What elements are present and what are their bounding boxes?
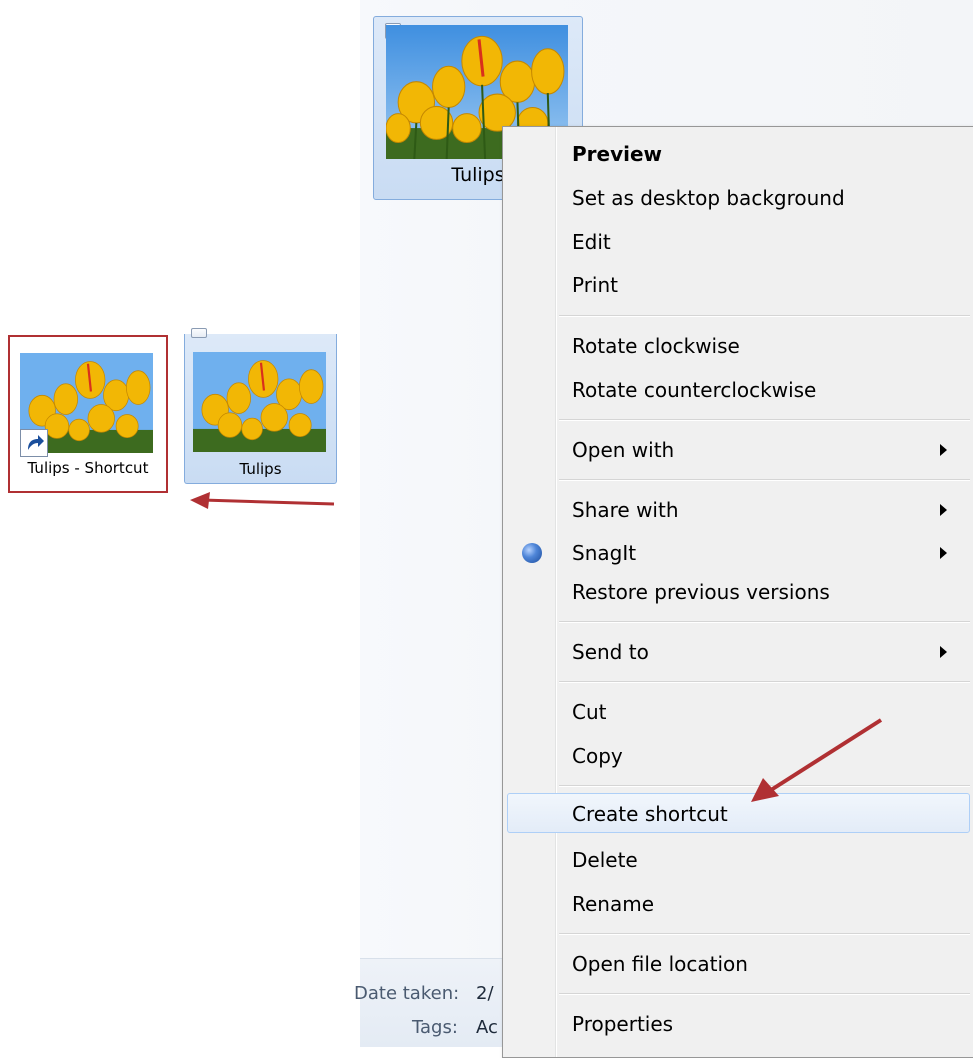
menu-item-preview[interactable]: Preview bbox=[507, 133, 970, 173]
menu-separator bbox=[559, 933, 970, 935]
menu-item-label: Delete bbox=[572, 848, 638, 872]
menu-item-label: Edit bbox=[572, 230, 611, 254]
tags-value: Ac bbox=[476, 1017, 498, 1038]
file-item-tulips-original[interactable]: Tulips bbox=[184, 328, 337, 484]
menu-item-rename[interactable]: Rename bbox=[507, 883, 970, 923]
menu-item-label: Open with bbox=[572, 438, 675, 462]
submenu-arrow-icon bbox=[940, 547, 947, 559]
menu-item-create-shortcut[interactable]: Create shortcut bbox=[507, 793, 970, 833]
menu-item-send-to[interactable]: Send to bbox=[507, 631, 970, 671]
menu-item-label: SnagIt bbox=[572, 541, 637, 565]
menu-separator bbox=[559, 621, 970, 623]
item-checkbox[interactable] bbox=[191, 328, 207, 338]
menu-item-label: Rename bbox=[572, 892, 655, 916]
original-label: Tulips bbox=[239, 460, 282, 478]
context-menu: Preview Set as desktop background Edit P… bbox=[502, 126, 973, 1058]
submenu-arrow-icon bbox=[940, 504, 947, 516]
menu-item-open-file-location[interactable]: Open file location bbox=[507, 943, 970, 983]
menu-separator bbox=[559, 419, 970, 421]
menu-item-label: Send to bbox=[572, 640, 649, 664]
menu-item-rotate-counterclockwise[interactable]: Rotate counterclockwise bbox=[507, 369, 970, 409]
tulips-original-thumbnail bbox=[193, 352, 326, 452]
menu-item-label: Properties bbox=[572, 1012, 674, 1036]
menu-item-label: Set as desktop background bbox=[572, 186, 845, 210]
date-taken-value: 2/ bbox=[476, 983, 494, 1004]
menu-separator bbox=[559, 315, 970, 317]
menu-item-label: Open file location bbox=[572, 952, 748, 976]
menu-separator bbox=[559, 681, 970, 683]
annotation-arrow-to-create-shortcut-icon bbox=[751, 718, 883, 802]
file-item-tulips-shortcut[interactable]: Tulips - Shortcut bbox=[14, 345, 162, 487]
menu-item-delete[interactable]: Delete bbox=[507, 839, 970, 879]
menu-item-print[interactable]: Print bbox=[507, 264, 970, 304]
menu-item-label: Preview bbox=[572, 142, 663, 166]
menu-item-label: Restore previous versions bbox=[572, 580, 830, 604]
menu-item-label: Print bbox=[572, 273, 619, 297]
menu-item-properties[interactable]: Properties bbox=[507, 1003, 970, 1043]
menu-item-label: Copy bbox=[572, 744, 623, 768]
menu-item-copy[interactable]: Copy bbox=[507, 735, 970, 775]
menu-item-label: Share with bbox=[572, 498, 679, 522]
tags-label: Tags: bbox=[412, 1017, 458, 1038]
menu-item-label: Create shortcut bbox=[572, 802, 728, 826]
shortcut-label: Tulips - Shortcut bbox=[27, 459, 149, 477]
menu-item-restore-previous-versions[interactable]: Restore previous versions bbox=[507, 571, 970, 611]
menu-item-edit[interactable]: Edit bbox=[507, 221, 970, 261]
menu-item-set-as-desktop-background[interactable]: Set as desktop background bbox=[507, 177, 970, 217]
submenu-arrow-icon bbox=[940, 646, 947, 658]
annotation-arrow-left-icon bbox=[190, 492, 335, 509]
menu-separator bbox=[559, 993, 970, 995]
menu-item-cut[interactable]: Cut bbox=[507, 691, 970, 731]
menu-item-snagit[interactable]: SnagIt bbox=[507, 532, 970, 572]
menu-item-share-with[interactable]: Share with bbox=[507, 489, 970, 529]
snagit-globe-icon bbox=[522, 543, 542, 563]
submenu-arrow-icon bbox=[940, 444, 947, 456]
date-taken-label: Date taken: bbox=[354, 983, 460, 1004]
menu-item-label: Cut bbox=[572, 700, 607, 724]
menu-item-rotate-clockwise[interactable]: Rotate clockwise bbox=[507, 325, 970, 365]
menu-separator bbox=[559, 479, 970, 481]
menu-item-label: Rotate counterclockwise bbox=[572, 378, 817, 402]
menu-item-open-with[interactable]: Open with bbox=[507, 429, 970, 469]
shortcut-arrow-icon bbox=[20, 429, 48, 457]
menu-item-label: Rotate clockwise bbox=[572, 334, 740, 358]
